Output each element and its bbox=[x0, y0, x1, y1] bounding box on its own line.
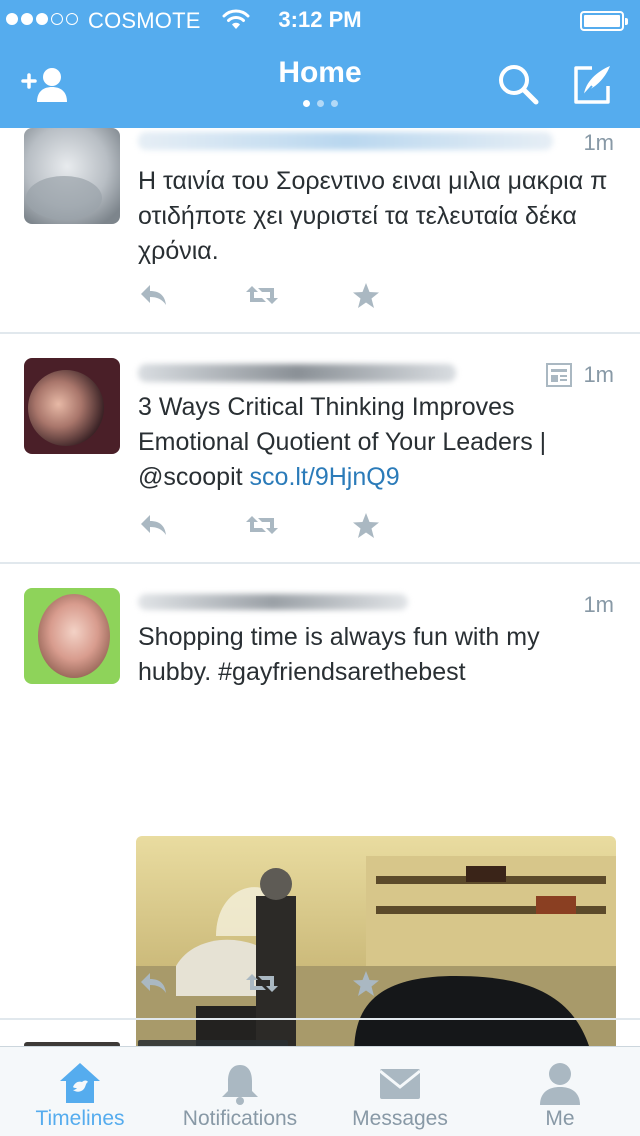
tweet-actions bbox=[138, 512, 418, 542]
reply-button[interactable] bbox=[138, 282, 168, 313]
tweet-timestamp: 1m bbox=[583, 130, 614, 155]
retweet-button[interactable] bbox=[244, 512, 280, 543]
favorite-button[interactable] bbox=[352, 512, 380, 545]
status-time: 3:12 PM bbox=[278, 7, 362, 32]
reply-button[interactable] bbox=[138, 970, 168, 1001]
summary-card-icon bbox=[546, 363, 572, 392]
retweet-icon bbox=[246, 516, 278, 534]
tab-label: Notifications bbox=[182, 1107, 298, 1130]
tab-label: Messages bbox=[352, 1107, 448, 1130]
home-icon bbox=[60, 1063, 100, 1103]
bell-icon bbox=[222, 1065, 258, 1105]
tweet-link[interactable]: sco.lt/9HjnQ9 bbox=[250, 463, 400, 491]
divider bbox=[0, 1018, 640, 1020]
retweet-button[interactable] bbox=[244, 282, 280, 313]
tweet-text: Shopping time is always fun with my hubb… bbox=[138, 623, 540, 686]
avatar[interactable] bbox=[24, 358, 120, 454]
favorite-button[interactable] bbox=[352, 282, 380, 315]
favorite-button[interactable] bbox=[352, 970, 380, 1003]
compose-button[interactable] bbox=[566, 60, 618, 108]
tab-messages[interactable]: Messages bbox=[320, 1047, 480, 1136]
reply-icon bbox=[141, 515, 166, 535]
blurred-username bbox=[138, 132, 553, 150]
envelope-icon bbox=[379, 1069, 421, 1099]
tweet-timestamp: 1m bbox=[583, 592, 614, 617]
navigation-bar: Home bbox=[0, 40, 640, 128]
reply-icon bbox=[141, 973, 166, 993]
reply-icon bbox=[141, 285, 166, 305]
retweet-button[interactable] bbox=[244, 970, 280, 1001]
search-icon bbox=[499, 65, 539, 105]
tweet[interactable]: 1m Η ταινία του Σορεντινο ειναι μιλια μα… bbox=[0, 128, 640, 334]
tweet[interactable]: 1m Shopping time is always fun with my h… bbox=[0, 564, 640, 1046]
tweet-media-image[interactable] bbox=[136, 836, 616, 1046]
tweet[interactable]: 1m 3 Ways Critical Thinking Improves Emo… bbox=[0, 334, 640, 564]
timeline-feed[interactable]: 1m Η ταινία του Σορεντινο ειναι μιλια μα… bbox=[0, 128, 640, 1046]
tab-label: Me bbox=[545, 1107, 575, 1130]
page-indicator bbox=[0, 100, 640, 107]
tab-timelines[interactable]: Timelines bbox=[0, 1047, 160, 1136]
search-button[interactable] bbox=[492, 60, 544, 108]
battery-icon bbox=[580, 11, 628, 31]
avatar[interactable] bbox=[24, 128, 120, 224]
tweet-actions bbox=[138, 282, 418, 312]
person-icon bbox=[540, 1063, 580, 1105]
tab-notifications[interactable]: Notifications bbox=[160, 1047, 320, 1136]
tab-label: Timelines bbox=[35, 1107, 125, 1130]
blurred-username bbox=[138, 364, 456, 382]
tweet-actions-3 bbox=[138, 970, 418, 1000]
star-icon bbox=[353, 971, 379, 996]
app-header: COSMOTE 3:12 PM Home bbox=[0, 0, 640, 128]
star-icon bbox=[353, 513, 379, 538]
reply-button[interactable] bbox=[138, 512, 168, 543]
retweet-icon bbox=[246, 974, 278, 992]
page-title: Home bbox=[278, 56, 362, 89]
status-bar: COSMOTE 3:12 PM bbox=[0, 0, 640, 40]
avatar[interactable] bbox=[24, 588, 120, 684]
compose-icon bbox=[574, 66, 610, 104]
tweet-text: 3 Ways Critical Thinking Improves Emotio… bbox=[138, 390, 608, 495]
tab-bar: Timelines Notifications Messages Me bbox=[0, 1046, 640, 1136]
blurred-username bbox=[138, 594, 408, 610]
tweet-timestamp: 1m bbox=[583, 362, 614, 387]
tab-me[interactable]: Me bbox=[480, 1047, 640, 1136]
star-icon bbox=[353, 283, 379, 308]
tweet-text: Η ταινία του Σορεντινο ειναι μιλια μακρι… bbox=[138, 167, 608, 265]
retweet-icon bbox=[246, 286, 278, 304]
